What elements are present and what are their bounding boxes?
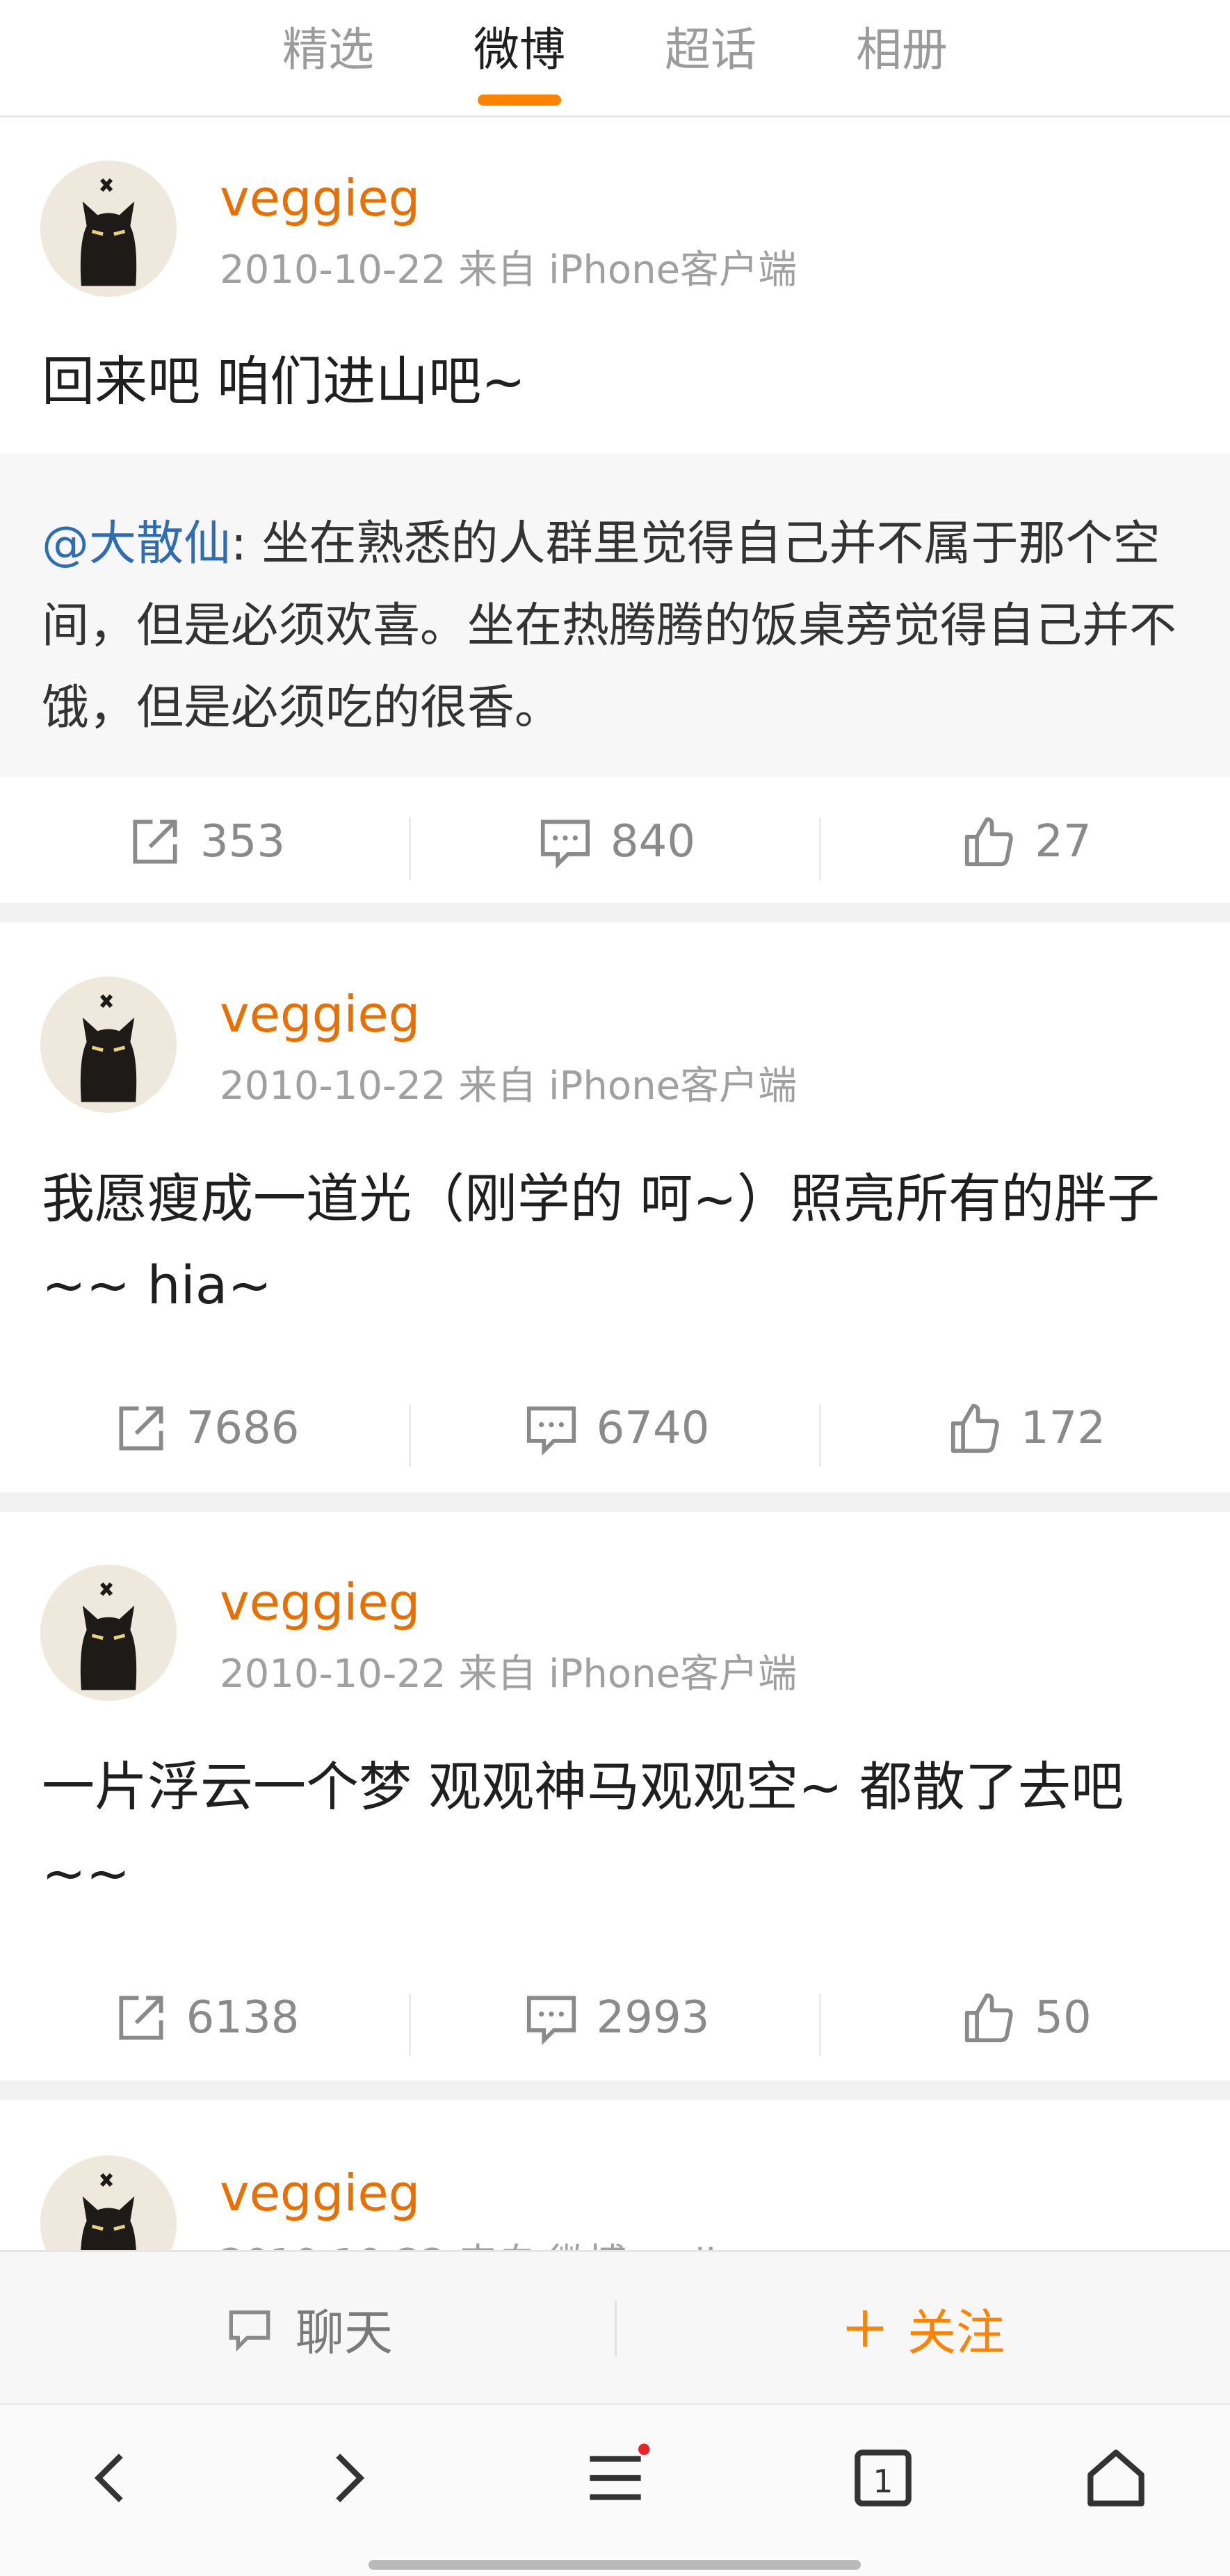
post-card[interactable]: veggieg 2010-10-22 来自 iPhone客户端 我愿瘦成一道光（… [0,922,1230,1492]
avatar[interactable] [40,161,177,297]
post-actions: 6138 2993 50 [0,1959,1230,2077]
post-card[interactable]: veggieg 2010-10-22 来自 iPhone客户端 回来吧 咱们进山… [0,117,1230,901]
back-button[interactable] [66,2433,156,2523]
repost-button[interactable]: 353 [0,783,410,901]
thumbs-up-icon [950,1403,999,1453]
home-icon [1087,2449,1144,2506]
like-button[interactable]: 27 [820,783,1230,901]
browser-toolbar: 1 [0,2403,1230,2576]
comment-button[interactable]: 2993 [410,1959,820,2077]
tabs-icon: 1 [855,2449,912,2506]
home-button[interactable] [1071,2433,1161,2523]
post-actions: 353 840 27 [0,783,1230,901]
plus-icon [846,2310,884,2347]
tab-album[interactable]: 相册 [832,13,971,79]
comment-count: 2993 [596,1992,710,2044]
chevron-right-icon [336,2453,365,2503]
chevron-left-icon [94,2453,123,2503]
thumbs-up-icon [965,1993,1013,2043]
like-count: 27 [1035,816,1092,867]
like-count: 172 [1020,1403,1106,1454]
repost-count: 353 [200,816,286,867]
comment-count: 840 [610,816,696,867]
post-meta: 2010-10-22 来自 微博 weibo.com [220,2232,849,2250]
tab-weibo[interactable]: 微博 [450,13,589,79]
menu-button[interactable] [570,2433,661,2523]
like-count: 50 [1035,1992,1092,2044]
repost-block[interactable]: @大散仙: 坐在熟悉的人群里觉得自己并不属于那个空间，但是必须欢喜。坐在热腾腾的… [0,453,1230,777]
repost-button[interactable]: 6138 [0,1959,410,2077]
repost-count: 6138 [186,1992,300,2044]
like-button[interactable]: 50 [820,1959,1230,2077]
tabs-button[interactable]: 1 [838,2433,928,2523]
post-text: 一片浮云一个梦 观观神马观观空~ 都散了去吧~~ [42,1756,1124,1904]
card-separator [0,1492,1230,1512]
card-separator [0,903,1230,922]
share-icon [119,1406,163,1451]
post-text: 回来吧 咱们进山吧~ [42,350,526,412]
repost-button[interactable]: 7686 [0,1369,410,1487]
comment-button[interactable]: 840 [410,783,820,901]
chat-button[interactable]: 聊天 [0,2252,615,2405]
forward-button[interactable] [302,2433,393,2523]
post-card[interactable]: veggieg 2010-10-22 来自 iPhone客户端 一片浮云一个梦 … [0,1512,1230,2080]
repost-text: @大散仙: 坐在熟悉的人群里觉得自己并不属于那个空间，但是必须欢喜。坐在热腾腾的… [42,503,1189,749]
share-icon [119,1996,163,2040]
username[interactable]: veggieg [220,1573,420,1631]
follow-label: 关注 [907,2304,1005,2361]
active-tab-indicator [478,95,561,106]
username[interactable]: veggieg [220,169,420,227]
comment-button[interactable]: 6740 [410,1369,820,1487]
chat-icon [229,2310,270,2352]
home-indicator[interactable] [369,2560,861,2570]
cat-avatar-icon [80,994,137,1102]
post-meta: 2010-10-22 来自 iPhone客户端 [220,1063,798,1109]
comment-icon [526,1996,576,2046]
post-meta: 2010-10-22 来自 iPhone客户端 [220,247,798,293]
tab-super-topic[interactable]: 超话 [641,13,780,79]
post-card[interactable]: veggieg 2010-10-22 来自 微博 weibo.com [0,2100,1230,2250]
cat-avatar-icon [80,1582,137,1690]
post-meta: 2010-10-22 来自 iPhone客户端 [220,1652,798,1697]
menu-icon [590,2443,650,2500]
like-button[interactable]: 172 [820,1369,1230,1487]
cat-avatar-icon [81,2173,136,2250]
username[interactable]: veggieg [220,2164,420,2222]
avatar[interactable] [40,977,177,1113]
post-text: 我愿瘦成一道光（刚学的 呵~）照亮所有的胖子~~ hia~ [42,1168,1160,1316]
share-icon [133,820,177,864]
comment-icon [540,820,590,870]
avatar[interactable] [40,2155,177,2250]
tab-featured[interactable]: 精选 [259,13,398,79]
cat-avatar-icon [80,178,137,286]
profile-tabs: 精选 微博 超话 相册 [0,0,1230,117]
card-separator [0,2080,1230,2100]
thumbs-up-icon [965,817,1013,867]
follow-bar: 聊天 关注 [0,2250,1230,2405]
mention-link[interactable]: @大散仙 [42,516,231,571]
chat-label: 聊天 [296,2304,393,2361]
username[interactable]: veggieg [220,985,420,1043]
comment-icon [526,1406,576,1456]
follow-button[interactable]: 关注 [615,2252,1230,2405]
avatar[interactable] [40,1565,177,1701]
repost-count: 7686 [186,1403,300,1454]
post-actions: 7686 6740 172 [0,1369,1230,1487]
comment-count: 6740 [596,1403,710,1454]
tab-count: 1 [873,2463,893,2500]
